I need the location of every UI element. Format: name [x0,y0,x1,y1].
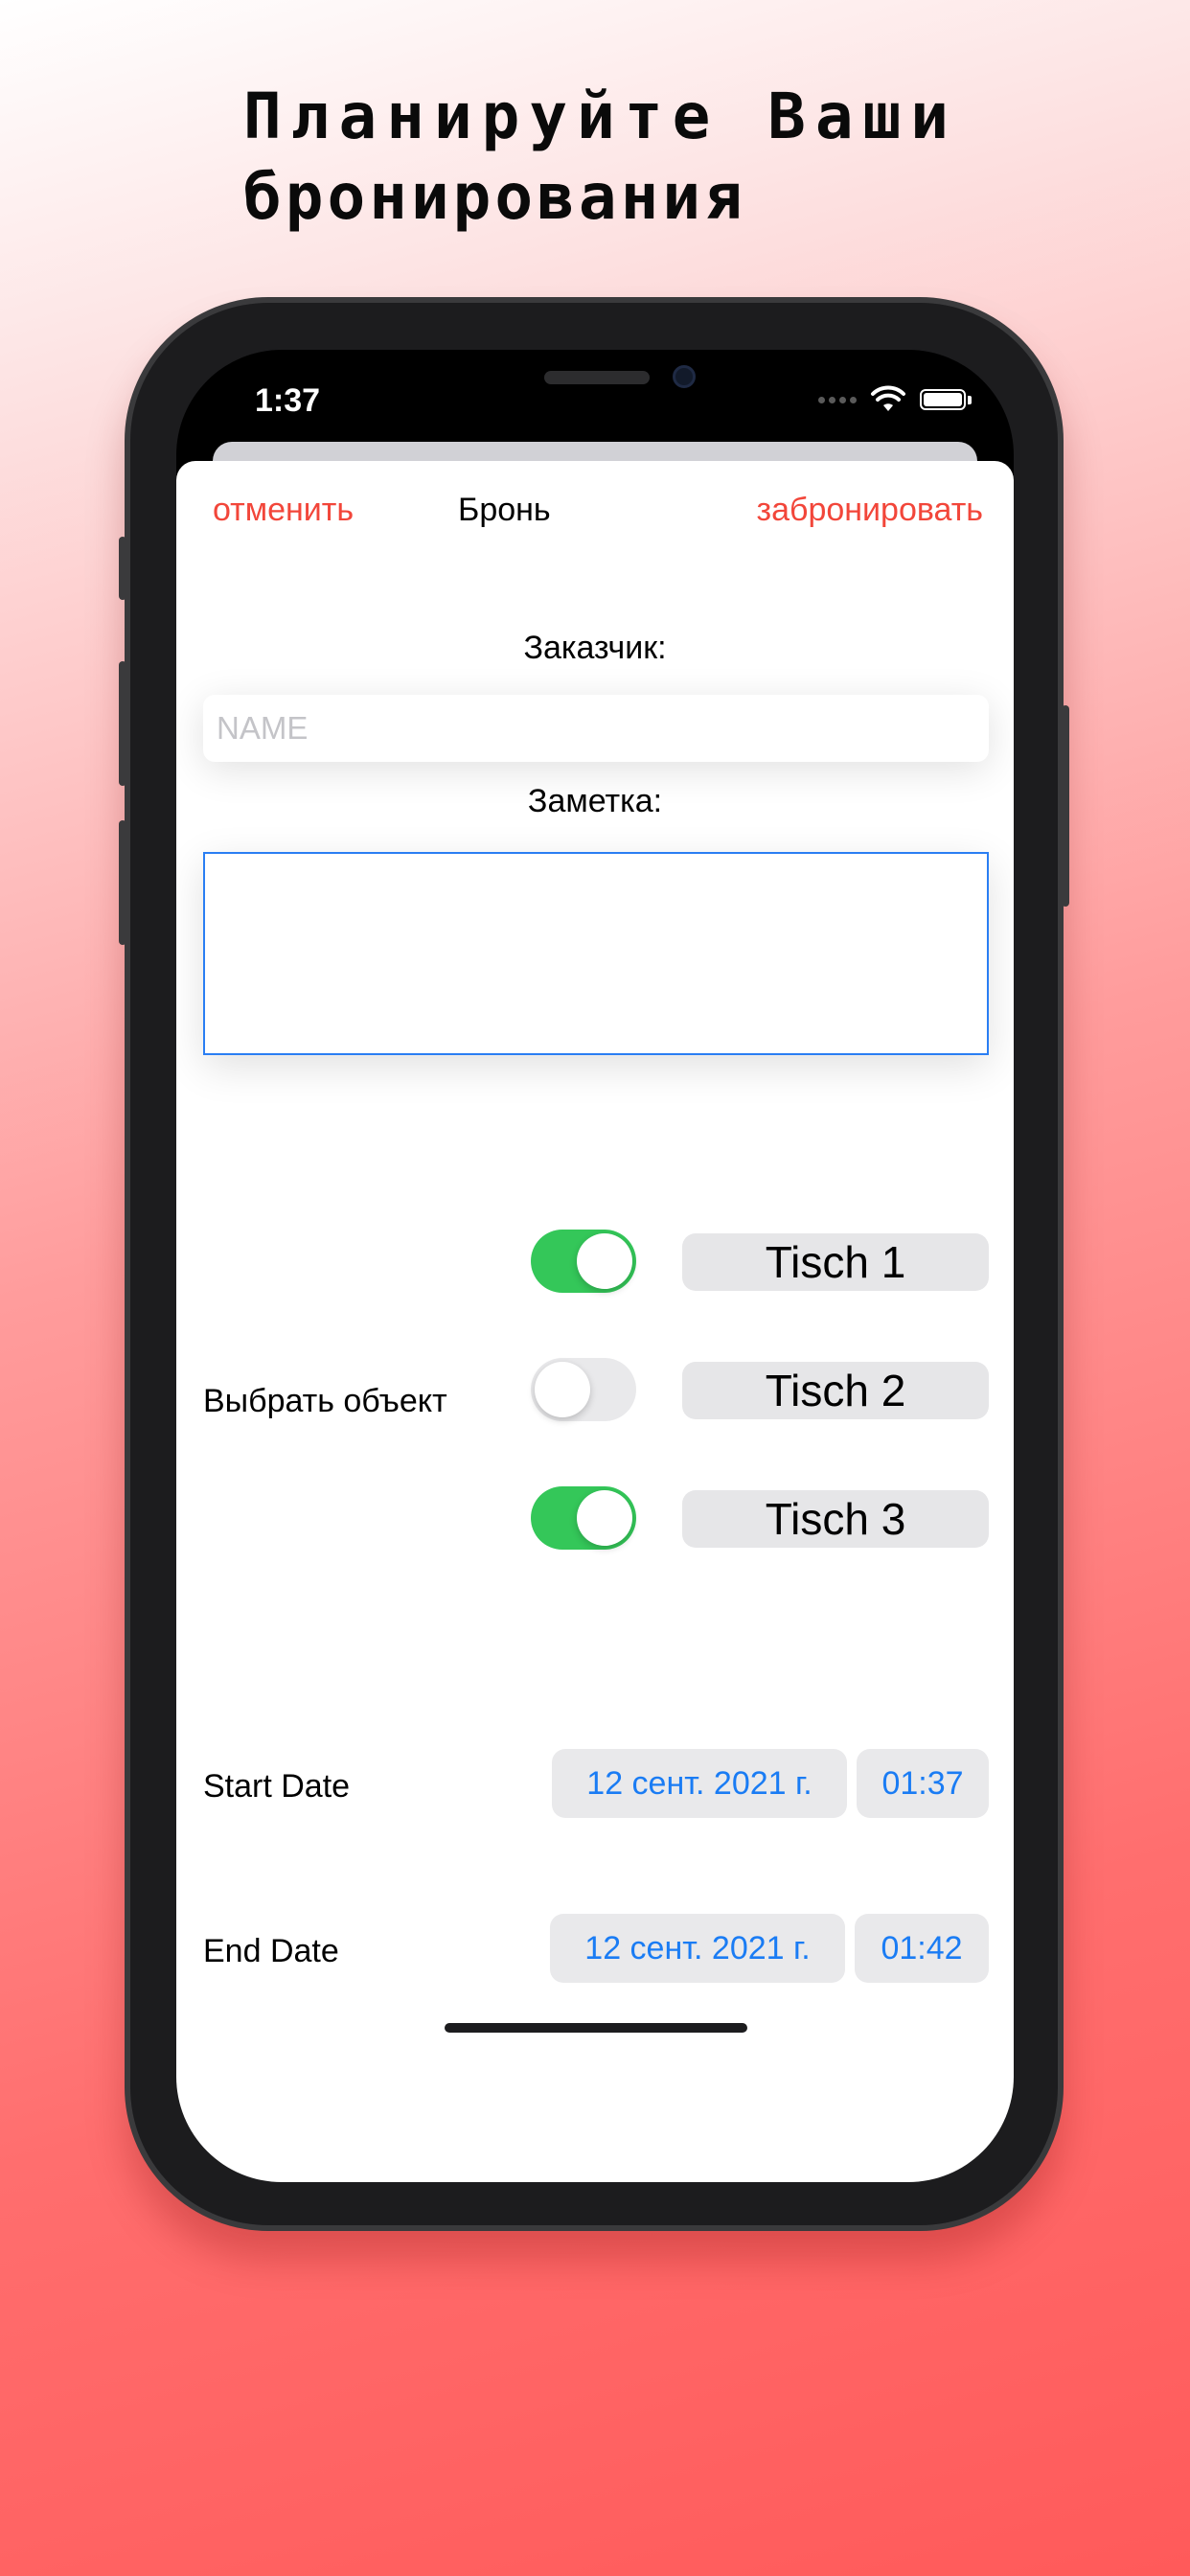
phone-screen: 1:37 отменить Бронь забронировать Заказч… [176,350,1014,2182]
table-chip-3[interactable]: Tisch 3 [682,1490,989,1548]
toggle-tisch-2[interactable] [531,1358,636,1421]
promo-headline: Планируйте Ваши бронирования [243,77,1106,238]
nav-title: Бронь [458,492,551,528]
volume-down-button [119,820,126,945]
toggle-tisch-1[interactable] [531,1230,636,1293]
battery-icon [920,389,966,410]
nav-bar: отменить Бронь забронировать [176,461,1014,566]
start-date-label: Start Date [203,1768,351,1805]
start-time-picker[interactable]: 01:37 [857,1749,989,1818]
note-label: Заметка: [527,783,663,819]
start-date-picker[interactable]: 12 сент. 2021 г. [552,1749,847,1818]
status-time: 1:37 [255,382,321,419]
battery-tip [968,395,972,404]
table-chip-1[interactable]: Tisch 1 [682,1233,989,1291]
status-icons [818,384,972,415]
customer-name-input[interactable] [203,695,989,762]
book-button[interactable]: забронировать [756,492,983,529]
toggle-tisch-3[interactable] [531,1486,636,1550]
headline-line-2: бронирования [243,160,746,234]
headline-line-1: Планируйте Ваши [243,80,959,153]
booking-sheet: отменить Бронь забронировать Заказчик: З… [176,461,1014,2182]
mute-switch [119,537,126,600]
toggle-knob [577,1490,632,1546]
home-indicator[interactable] [445,2023,747,2033]
note-textarea[interactable] [203,852,989,1055]
end-date-picker[interactable]: 12 сент. 2021 г. [550,1914,845,1983]
cellular-signal-icon [818,396,857,403]
cancel-button[interactable]: отменить [213,492,354,529]
select-object-label: Выбрать объект [203,1383,447,1419]
end-date-label: End Date [203,1933,339,1969]
toggle-knob [535,1362,590,1417]
end-time-picker[interactable]: 01:42 [855,1914,989,1983]
power-button [1062,705,1069,907]
speaker [544,371,650,384]
table-chip-2[interactable]: Tisch 2 [682,1362,989,1419]
customer-label: Заказчик: [523,630,667,666]
toggle-knob [577,1233,632,1289]
notch [385,350,807,409]
volume-up-button [119,661,126,786]
wifi-icon [871,385,905,411]
camera [673,365,696,388]
